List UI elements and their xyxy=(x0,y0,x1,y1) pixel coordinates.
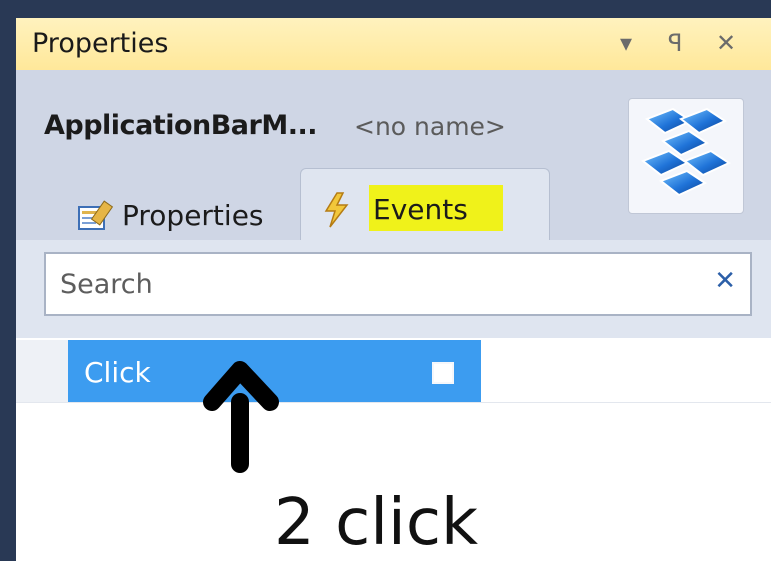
object-instance-name: <no name> xyxy=(354,112,506,141)
close-icon[interactable]: ✕ xyxy=(716,30,736,56)
pin-icon[interactable]: ꟼ xyxy=(668,30,682,56)
wpf-logo-graphic xyxy=(640,107,732,197)
logo-cube-5 xyxy=(682,149,732,177)
search-area: ✕ xyxy=(16,240,771,338)
properties-panel: Properties ▾ ꟼ ✕ ApplicationBarM... <no … xyxy=(16,18,771,561)
tab-properties-label: Properties xyxy=(122,199,264,232)
event-name-label: Click xyxy=(84,356,151,389)
wpf-logo-icon xyxy=(628,98,744,214)
event-name-cell[interactable]: Click xyxy=(68,340,481,402)
table-row[interactable]: Click xyxy=(16,340,771,403)
window-dropdown-icon[interactable]: ▾ xyxy=(620,30,632,56)
row-gutter xyxy=(16,340,68,402)
logo-cube-2 xyxy=(678,107,728,135)
panel-titlebar: Properties ▾ ꟼ ✕ xyxy=(16,18,771,70)
tab-events-label: Events xyxy=(373,193,468,226)
search-box[interactable]: ✕ xyxy=(44,252,752,316)
search-input[interactable] xyxy=(60,264,680,304)
logo-cube-6 xyxy=(658,169,708,197)
panel-title: Properties xyxy=(32,28,169,59)
events-grid: Click xyxy=(16,338,771,561)
tab-properties[interactable]: Properties xyxy=(52,181,292,247)
clear-icon[interactable]: ✕ xyxy=(714,266,736,296)
properties-icon xyxy=(78,200,114,230)
object-type-name: ApplicationBarM... xyxy=(44,110,317,141)
event-handler-value-cell[interactable] xyxy=(481,340,771,402)
lightning-icon xyxy=(324,192,349,228)
window-frame: Properties ▾ ꟼ ✕ ApplicationBarM... <no … xyxy=(0,0,771,561)
event-marker-icon xyxy=(432,362,454,384)
object-header: ApplicationBarM... <no name> Properties … xyxy=(16,70,771,253)
